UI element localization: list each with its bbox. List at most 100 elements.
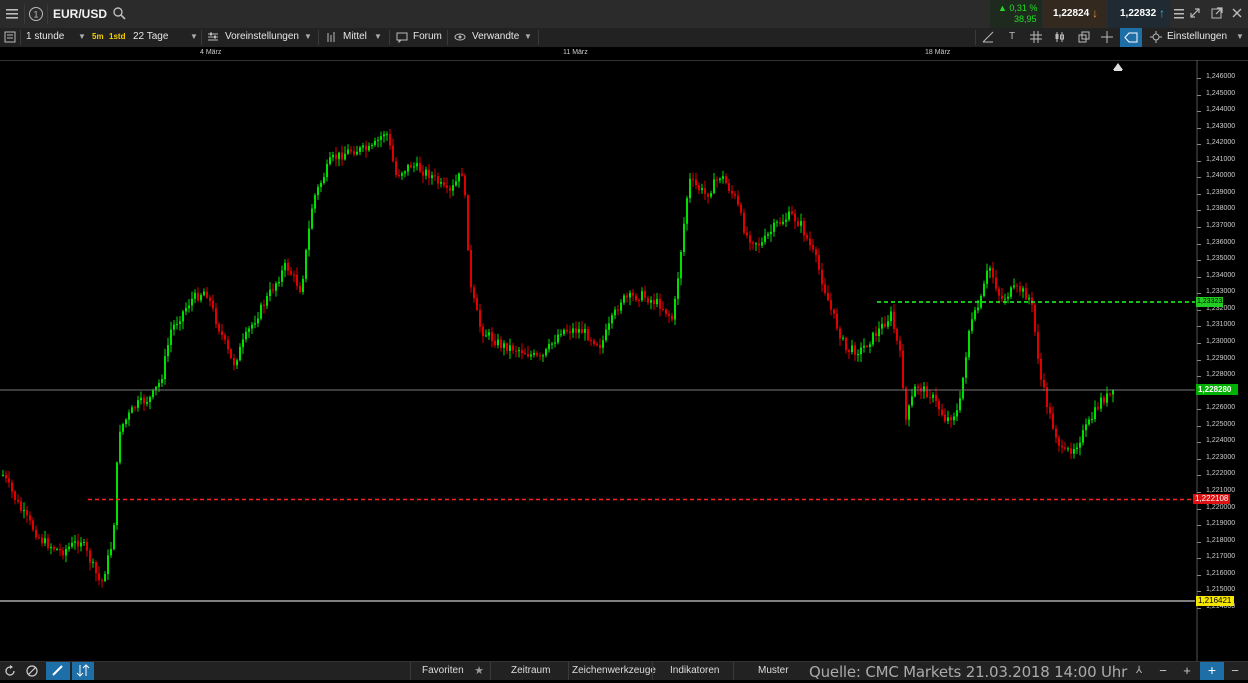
refresh-icon[interactable] xyxy=(4,665,16,677)
gear-icon[interactable] xyxy=(1150,31,1162,43)
price-tick xyxy=(1197,591,1201,593)
price-tick-label: 1,225000 xyxy=(1206,420,1236,428)
forum-button[interactable]: Forum xyxy=(413,31,442,42)
candle-body xyxy=(1019,286,1021,292)
pencil-icon[interactable] xyxy=(46,662,70,680)
candle-body xyxy=(374,140,376,146)
range-select[interactable]: 22 Tage xyxy=(133,31,168,42)
candle-body xyxy=(605,329,607,341)
home-icon[interactable] xyxy=(1113,63,1123,70)
layers-icon[interactable] xyxy=(1078,31,1090,43)
trendline-icon[interactable] xyxy=(982,31,994,43)
settings-select[interactable]: Einstellungen xyxy=(1167,31,1227,42)
price-chart[interactable] xyxy=(0,0,1248,679)
presets-select[interactable]: Voreinstellungen xyxy=(225,31,299,42)
candle-body xyxy=(1022,288,1024,292)
candle-body xyxy=(548,343,550,350)
related-select[interactable]: Verwandte xyxy=(472,31,519,42)
symbol-name[interactable]: EUR/USD xyxy=(53,7,107,21)
candle-body xyxy=(449,187,451,191)
chevron-down-icon[interactable]: ▼ xyxy=(304,32,312,41)
chevron-down-icon[interactable]: ▼ xyxy=(78,32,86,41)
candle-body xyxy=(128,412,130,420)
candle-body xyxy=(98,573,100,581)
candle-body xyxy=(1028,297,1030,300)
menu-icon[interactable] xyxy=(4,6,20,22)
bid-button[interactable]: 1,22824 ↓ xyxy=(1043,0,1105,28)
zoom-in-icon[interactable]: + xyxy=(1181,663,1193,678)
info-icon[interactable]: 1 xyxy=(28,6,44,22)
chevron-down-icon[interactable]: ▼ xyxy=(190,32,198,41)
candle-body xyxy=(380,136,382,140)
price-tick-label: 1,238000 xyxy=(1206,205,1236,213)
drawing-tools-button[interactable]: Zeichenwerkzeuge xyxy=(572,665,656,676)
swap-icon[interactable] xyxy=(72,662,94,680)
quantity-grid-icon[interactable] xyxy=(1172,6,1186,22)
candle-body xyxy=(518,350,520,352)
candle-body xyxy=(71,542,73,547)
candle-body xyxy=(5,474,7,479)
chevron-down-icon[interactable]: ▼ xyxy=(524,32,532,41)
price-tick xyxy=(1197,558,1201,560)
price-tick-label: 1,224000 xyxy=(1206,437,1236,445)
candle-body xyxy=(845,337,847,351)
timeframe-select[interactable]: 1 stunde xyxy=(26,31,64,42)
candle-body xyxy=(1058,437,1060,446)
price-tick xyxy=(1197,309,1201,311)
tag-icon[interactable] xyxy=(1120,28,1142,47)
chevron-down-icon[interactable]: ▼ xyxy=(1236,32,1244,41)
quick-1std-button[interactable]: 1std xyxy=(109,32,125,41)
list-icon[interactable] xyxy=(4,31,16,43)
period-button[interactable]: Zeitraum xyxy=(511,665,550,676)
candle-body xyxy=(311,208,313,229)
candle-body xyxy=(281,270,283,282)
popout-icon[interactable] xyxy=(1210,6,1224,20)
candle-body xyxy=(293,274,295,276)
candle-body xyxy=(113,524,115,550)
candle-body xyxy=(86,541,88,551)
candle-body xyxy=(890,311,892,322)
favorites-button[interactable]: Favoriten xyxy=(422,665,464,676)
price-tick xyxy=(1197,111,1201,113)
tree-icon[interactable]: ⅄ xyxy=(1133,665,1145,677)
candle-body xyxy=(1046,387,1048,407)
candle-body xyxy=(491,332,493,341)
close-icon[interactable] xyxy=(1230,6,1244,20)
patterns-button[interactable]: Muster xyxy=(758,665,789,676)
grid-icon[interactable] xyxy=(1030,31,1042,43)
quick-5m-button[interactable]: 5m xyxy=(92,32,104,41)
crosshair-toggle-icon[interactable]: + xyxy=(1200,662,1224,680)
indicators-button[interactable]: Indikatoren xyxy=(670,665,719,676)
chevron-down-icon[interactable]: ▼ xyxy=(374,32,382,41)
minus-icon[interactable]: − xyxy=(1228,663,1242,678)
price-tick xyxy=(1197,458,1201,460)
candle-body xyxy=(725,176,727,184)
indicator-select[interactable]: Mittel xyxy=(343,31,367,42)
expand-icon[interactable] xyxy=(1188,6,1202,20)
price-tick xyxy=(1197,409,1201,411)
ask-button[interactable]: 1,22832 ↑ xyxy=(1108,0,1170,28)
chart-type-icon[interactable] xyxy=(1054,31,1066,43)
candle-body xyxy=(143,397,145,404)
candle-body xyxy=(905,388,907,420)
star-icon[interactable]: ★ xyxy=(473,664,485,677)
text-tool-icon[interactable]: T xyxy=(1006,31,1018,43)
block-icon[interactable] xyxy=(26,665,38,677)
candle-body xyxy=(227,339,229,350)
candle-body xyxy=(254,323,256,325)
zoom-out-icon[interactable]: − xyxy=(1157,663,1169,678)
candle-body xyxy=(524,353,526,355)
crosshair-icon[interactable] xyxy=(1101,31,1113,43)
price-tick-label: 1,220000 xyxy=(1206,503,1236,511)
candle-body xyxy=(641,291,643,301)
price-tick-label: 1,231000 xyxy=(1206,321,1236,329)
candle-body xyxy=(851,345,853,352)
candle-body xyxy=(473,287,475,299)
price-tick xyxy=(1197,293,1201,295)
search-icon[interactable] xyxy=(112,6,126,20)
ask-price: 1,22832 xyxy=(1120,8,1157,19)
candle-body xyxy=(797,221,799,226)
candle-body xyxy=(743,212,745,233)
candle-body xyxy=(329,157,331,164)
candle-body xyxy=(65,548,67,556)
